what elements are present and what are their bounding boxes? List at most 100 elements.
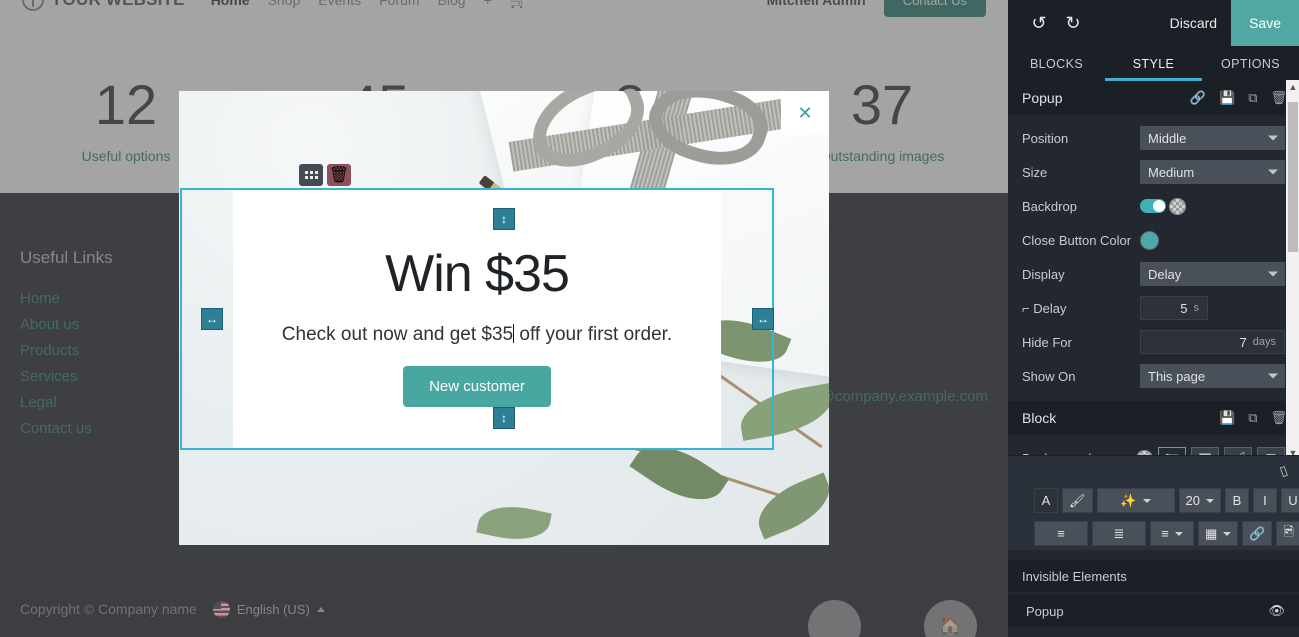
row-close-button-color: Close Button Color	[1008, 225, 1299, 255]
tab-blocks[interactable]: BLOCKS	[1008, 46, 1105, 81]
popup-title[interactable]: Win $35	[385, 244, 570, 304]
chevron-down-icon	[1268, 135, 1278, 141]
delay-label: ⌐ Delay	[1022, 300, 1067, 316]
chevron-down-icon	[1268, 169, 1278, 175]
table-icon[interactable]: ▦	[1198, 521, 1239, 546]
eye-icon[interactable]: 👁	[1268, 603, 1285, 619]
image-icon[interactable]: 🖻	[1276, 521, 1299, 546]
block-section-header: Block 💾 ⧉ 🗑	[1008, 401, 1299, 435]
font-size-select[interactable]: 20	[1178, 488, 1221, 513]
block-section-tools: 💾 ⧉ 🗑	[1219, 410, 1287, 426]
invisible-element-label: Popup	[1026, 603, 1064, 619]
highlight-brush-icon[interactable]: 🖌	[1062, 488, 1093, 513]
invisible-element-popup[interactable]: Popup 👁	[1008, 595, 1299, 627]
close-button-color-label: Close Button Color	[1022, 232, 1132, 248]
trash-icon[interactable]: 🗑	[1270, 90, 1287, 106]
editor-panel: ↺ ↻ Discard Save BLOCKS STYLE OPTIONS Po…	[1008, 0, 1299, 637]
popup-section-title: Popup	[1022, 90, 1063, 106]
tab-style[interactable]: STYLE	[1105, 46, 1202, 81]
font-size-value: 20	[1185, 493, 1200, 508]
resize-handle-bottom[interactable]: ↕	[493, 407, 515, 429]
editor-topbar: ↺ ↻ Discard Save	[1008, 0, 1299, 46]
size-value: Medium	[1148, 164, 1195, 180]
save-icon[interactable]: 💾	[1219, 90, 1235, 106]
rich-text-toolbar: ▯ A 🖌 ✨ 20 B I U ≡ ≣ ≡ ▦ 🔗 🖻	[1008, 455, 1299, 550]
grid-dots-icon	[304, 171, 318, 179]
align-icon[interactable]: ≡	[1150, 521, 1194, 546]
chevron-down-icon	[1268, 271, 1278, 277]
bullet-list-icon[interactable]: ≡	[1034, 521, 1088, 546]
trash-icon[interactable]: 🗑	[1270, 410, 1287, 426]
duplicate-icon[interactable]: ⧉	[1248, 90, 1257, 106]
backdrop-label: Backdrop	[1022, 198, 1077, 214]
hide-for-unit: days	[1252, 336, 1276, 348]
position-select[interactable]: Middle	[1140, 126, 1285, 150]
save-icon[interactable]: 💾	[1219, 410, 1235, 426]
bold-icon[interactable]: B	[1224, 488, 1249, 513]
resize-handle-right[interactable]: ↔	[752, 308, 774, 330]
close-button-color-swatch[interactable]	[1140, 230, 1159, 250]
size-select[interactable]: Medium	[1140, 160, 1285, 184]
editor-tabs: BLOCKS STYLE OPTIONS	[1008, 46, 1299, 81]
font-color-icon[interactable]: A	[1034, 488, 1058, 513]
delay-unit: s	[1193, 302, 1200, 314]
row-hide-for: Hide For 7 days	[1008, 327, 1299, 357]
position-label: Position	[1022, 130, 1069, 146]
row-delay: ⌐ Delay 5 s	[1008, 293, 1299, 323]
resize-handle-left[interactable]: ↔	[201, 308, 223, 330]
popup-content-card: Win $35 Check out now and get $35 off yo…	[233, 190, 721, 448]
show-on-label: Show On	[1022, 368, 1076, 384]
redo-icon[interactable]: ↻	[1056, 13, 1090, 34]
panel-scrollbar[interactable]: ▲ ▼	[1286, 80, 1299, 460]
hide-for-value: 7	[1239, 334, 1247, 350]
decor-leaf	[476, 499, 552, 545]
popup-section-tools: 🔗 💾 ⧉ 🗑	[1190, 90, 1287, 106]
hide-for-input[interactable]: 7 days	[1140, 330, 1285, 354]
size-label: Size	[1022, 164, 1048, 180]
show-on-value: This page	[1148, 368, 1206, 384]
block-move-icon[interactable]	[299, 164, 323, 186]
italic-icon[interactable]: I	[1252, 488, 1277, 513]
resize-handle-top[interactable]: ↕	[493, 208, 515, 230]
rich-text-row-2: ≡ ≣ ≡ ▦ 🔗 🖻	[1034, 521, 1299, 546]
decor-leaf	[749, 472, 829, 540]
magic-wand-icon[interactable]: ✨	[1096, 488, 1175, 513]
panel-scrollbar-thumb[interactable]	[1288, 102, 1298, 252]
row-position: Position Middle	[1008, 123, 1299, 153]
chevron-down-icon	[1268, 373, 1278, 379]
delay-value: 5	[1180, 300, 1188, 316]
delay-input[interactable]: 5 s	[1140, 296, 1208, 320]
position-value: Middle	[1148, 130, 1187, 146]
backdrop-color-swatch[interactable]	[1169, 197, 1186, 215]
popup-section-rows: Position Middle Size Medium Backdrop Clo…	[1008, 115, 1299, 401]
hide-for-label: Hide For	[1022, 334, 1072, 350]
block-hover-toolbar: 🗑	[299, 164, 351, 186]
show-on-select[interactable]: This page	[1140, 364, 1285, 388]
discard-button[interactable]: Discard	[1156, 15, 1231, 31]
rich-text-row-1: A 🖌 ✨ 20 B I U	[1034, 488, 1299, 513]
new-customer-button[interactable]: New customer	[403, 366, 551, 407]
popup-close-icon[interactable]: ✕	[781, 91, 829, 135]
display-select[interactable]: Delay	[1140, 262, 1285, 286]
link-icon[interactable]: 🔗	[1190, 90, 1206, 106]
duplicate-icon[interactable]: ⧉	[1248, 410, 1257, 426]
row-size: Size Medium	[1008, 157, 1299, 187]
popup-section-header: Popup 🔗 💾 ⧉ 🗑	[1008, 81, 1299, 115]
row-backdrop: Backdrop	[1008, 191, 1299, 221]
link-icon[interactable]: 🔗	[1242, 521, 1273, 546]
invisible-elements-header: Invisible Elements	[1008, 560, 1299, 592]
backdrop-toggle[interactable]	[1140, 199, 1166, 213]
display-value: Delay	[1148, 266, 1182, 282]
numbered-list-icon[interactable]: ≣	[1092, 521, 1146, 546]
decor-leaf	[736, 383, 829, 441]
underline-icon[interactable]: U	[1280, 488, 1299, 513]
popup-subtitle[interactable]: Check out now and get $35 off your first…	[282, 324, 672, 346]
display-label: Display	[1022, 266, 1065, 282]
eraser-icon[interactable]: ▯	[1277, 462, 1289, 479]
tab-options[interactable]: OPTIONS	[1202, 46, 1299, 81]
undo-icon[interactable]: ↺	[1022, 13, 1056, 34]
save-button[interactable]: Save	[1231, 0, 1299, 46]
block-delete-icon[interactable]: 🗑	[327, 164, 351, 186]
scroll-up-icon[interactable]: ▲	[1288, 82, 1298, 92]
backdrop-controls	[1140, 197, 1186, 215]
